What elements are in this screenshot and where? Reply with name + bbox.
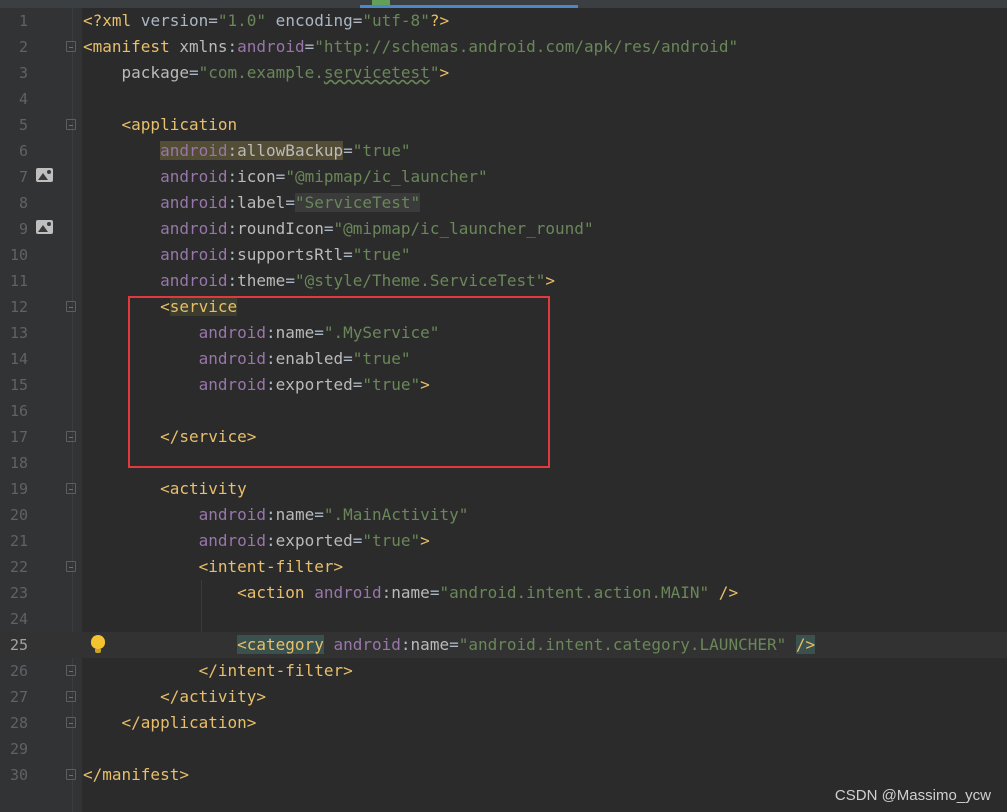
line-number: 23 <box>9 584 28 602</box>
fold-marker-icon[interactable] <box>66 431 76 442</box>
line-number: 13 <box>9 324 28 342</box>
code-line[interactable]: 10 android:supportsRtl="true" <box>0 242 1007 268</box>
line-number: 17 <box>9 428 28 446</box>
code-line[interactable]: 30 </manifest> <box>0 762 1007 788</box>
code-line[interactable]: 9 android:roundIcon="@mipmap/ic_launcher… <box>0 216 1007 242</box>
code-line[interactable]: 28 </application> <box>0 710 1007 736</box>
line-number: 27 <box>9 688 28 706</box>
code-text[interactable]: android:roundIcon="@mipmap/ic_launcher_r… <box>83 218 594 240</box>
code-line[interactable]: 4 <box>0 86 1007 112</box>
code-text[interactable]: <manifest xmlns:android="http://schemas.… <box>83 36 738 58</box>
line-number: 9 <box>18 220 28 238</box>
line-number: 11 <box>9 272 28 290</box>
line-number: 6 <box>18 142 28 160</box>
code-line[interactable]: 5 <application <box>0 112 1007 138</box>
code-text[interactable]: </application> <box>83 712 257 734</box>
code-line[interactable]: 20 android:name=".MainActivity" <box>0 502 1007 528</box>
line-number: 2 <box>18 38 28 56</box>
code-line[interactable]: 8 android:label="ServiceTest" <box>0 190 1007 216</box>
code-line[interactable]: 19 <activity <box>0 476 1007 502</box>
code-text[interactable]: <action android:name="android.intent.act… <box>83 582 738 604</box>
editor-tab-bar <box>0 0 1007 8</box>
fold-marker-icon[interactable] <box>66 483 76 494</box>
code-line[interactable]: 2 <manifest xmlns:android="http://schema… <box>0 34 1007 60</box>
code-text[interactable]: android:supportsRtl="true" <box>83 244 410 266</box>
line-number: 3 <box>18 64 28 82</box>
image-icon[interactable] <box>36 220 53 234</box>
code-text[interactable]: android:exported="true"> <box>83 530 430 552</box>
line-number: 4 <box>18 90 28 108</box>
current-code-line[interactable]: 25 <category android:name="android.inten… <box>0 632 1007 658</box>
line-number: 30 <box>9 766 28 784</box>
line-number: 18 <box>9 454 28 472</box>
code-text[interactable]: <application <box>83 114 238 136</box>
line-number: 16 <box>9 402 28 420</box>
code-line[interactable]: 27 </activity> <box>0 684 1007 710</box>
code-text[interactable]: </activity> <box>83 686 266 708</box>
line-number: 12 <box>9 298 28 316</box>
code-line[interactable]: 29 <box>0 736 1007 762</box>
fold-marker-icon[interactable] <box>66 41 76 52</box>
fold-marker-icon[interactable] <box>66 769 76 780</box>
line-number: 5 <box>18 116 28 134</box>
code-line[interactable]: 23 <action android:name="android.intent.… <box>0 580 1007 606</box>
fold-marker-icon[interactable] <box>66 717 76 728</box>
code-line[interactable]: 21 android:exported="true"> <box>0 528 1007 554</box>
line-number: 26 <box>9 662 28 680</box>
code-text[interactable]: <intent-filter> <box>83 556 344 578</box>
code-text[interactable]: package="com.example.servicetest"> <box>83 62 450 84</box>
annotation-highlight-box <box>128 296 550 468</box>
fold-marker-icon[interactable] <box>66 301 76 312</box>
indent-guide <box>201 580 202 632</box>
code-line[interactable]: 24 <box>0 606 1007 632</box>
code-text[interactable]: android:name=".MainActivity" <box>83 504 469 526</box>
line-number: 14 <box>9 350 28 368</box>
line-number: 25 <box>9 636 28 654</box>
line-number: 28 <box>9 714 28 732</box>
code-text[interactable]: <activity <box>83 478 247 500</box>
code-line[interactable]: 26 </intent-filter> <box>0 658 1007 684</box>
code-text[interactable]: </manifest> <box>83 764 189 786</box>
code-text[interactable]: android:theme="@style/Theme.ServiceTest"… <box>83 270 555 292</box>
line-number: 1 <box>18 12 28 30</box>
watermark: CSDN @Massimo_ycw <box>834 787 991 804</box>
line-number: 24 <box>9 610 28 628</box>
code-text[interactable]: <category android:name="android.intent.c… <box>83 634 816 656</box>
code-text[interactable]: android:allowBackup="true" <box>83 140 411 162</box>
code-line[interactable]: 11 android:theme="@style/Theme.ServiceTe… <box>0 268 1007 294</box>
code-text[interactable]: <?xml version="1.0" encoding="utf-8"?> <box>83 10 449 32</box>
line-number: 29 <box>9 740 28 758</box>
line-number: 20 <box>9 506 28 524</box>
fold-marker-icon[interactable] <box>66 665 76 676</box>
line-number: 10 <box>9 246 28 264</box>
fold-marker-icon[interactable] <box>66 561 76 572</box>
fold-marker-icon[interactable] <box>66 119 76 130</box>
code-line[interactable]: 3 package="com.example.servicetest"> <box>0 60 1007 86</box>
code-text[interactable]: </intent-filter> <box>83 660 353 682</box>
code-line[interactable]: 7 android:icon="@mipmap/ic_launcher" <box>0 164 1007 190</box>
line-number: 15 <box>9 376 28 394</box>
file-tab-icon <box>372 0 390 5</box>
line-number: 21 <box>9 532 28 550</box>
line-number: 7 <box>18 168 28 186</box>
line-number: 19 <box>9 480 28 498</box>
fold-marker-icon[interactable] <box>66 691 76 702</box>
code-text[interactable]: android:label="ServiceTest" <box>83 192 421 214</box>
code-line[interactable]: 1 <?xml version="1.0" encoding="utf-8"?> <box>0 8 1007 34</box>
line-number: 22 <box>9 558 28 576</box>
code-line[interactable]: 22 <intent-filter> <box>0 554 1007 580</box>
code-text[interactable]: android:icon="@mipmap/ic_launcher" <box>83 166 488 188</box>
code-line[interactable]: 6 android:allowBackup="true" <box>0 138 1007 164</box>
line-number: 8 <box>18 194 28 212</box>
image-icon[interactable] <box>36 168 53 182</box>
